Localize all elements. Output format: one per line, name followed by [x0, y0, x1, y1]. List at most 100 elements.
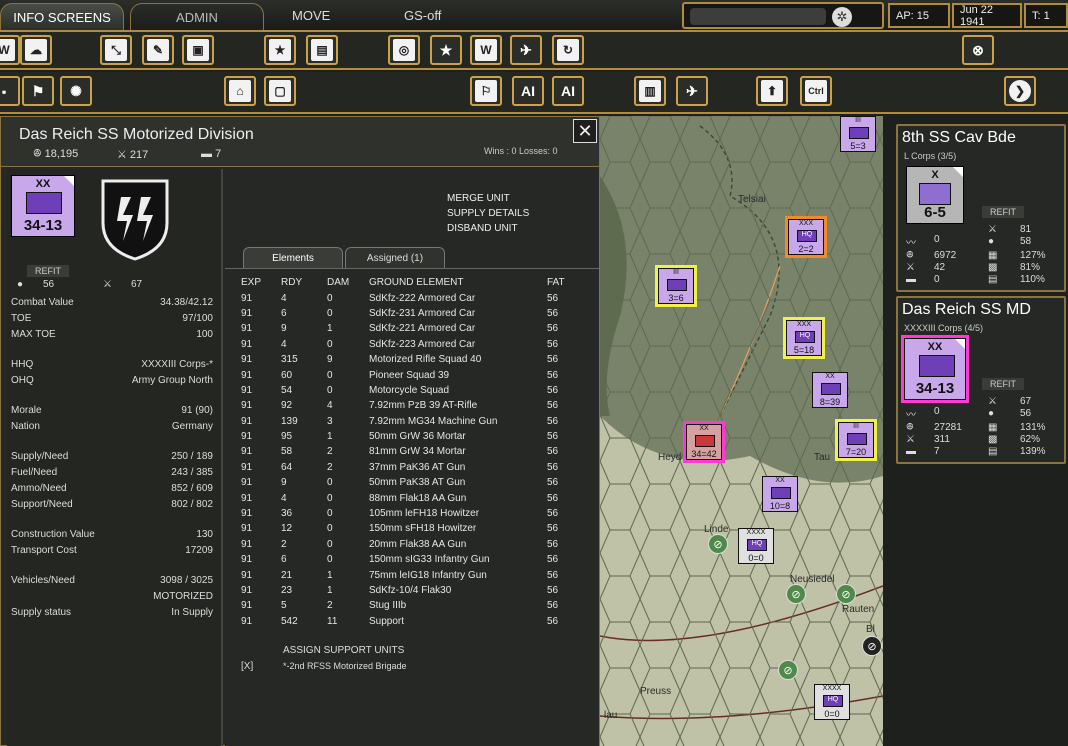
city-icon[interactable]: ⊘: [778, 660, 798, 680]
tab-assigned[interactable]: Assigned (1): [345, 247, 445, 269]
table-row[interactable]: 91 4 0 SdKfz-222 Armored Car 56: [241, 290, 581, 305]
unit-counter[interactable]: X 6-5: [906, 166, 964, 224]
table-row[interactable]: 91 12 0 150mm sFH18 Howitzer 56: [241, 521, 581, 536]
city-icon[interactable]: ⊘: [786, 584, 806, 604]
table-row[interactable]: 91 2 0 20mm Flak38 AA Gun 56: [241, 537, 581, 552]
table-row[interactable]: 91 4 0 SdKfz-223 Armored Car 56: [241, 337, 581, 352]
stat-value: 130: [196, 529, 213, 540]
ai-button[interactable]: AI: [512, 76, 544, 106]
table-row[interactable]: 91 315 9 Motorized Rifle Squad 40 56: [241, 352, 581, 367]
next-icon: ❯: [1009, 80, 1031, 102]
unit-info-das-reich[interactable]: Das Reich SS MD XXXXIII Corps (4/5) XX 3…: [896, 296, 1066, 464]
city-icon[interactable]: ⊘: [708, 534, 728, 554]
world-button[interactable]: ◎: [388, 35, 420, 65]
w-button[interactable]: W: [470, 35, 502, 65]
hq-button[interactable]: ▥: [634, 76, 666, 106]
table-row[interactable]: 91 64 2 37mm PaK36 AT Gun 56: [241, 460, 581, 475]
city-icon[interactable]: ⊘: [862, 636, 882, 656]
tab-elements[interactable]: Elements: [243, 247, 343, 269]
frame-button[interactable]: ▢: [264, 76, 296, 106]
toolbar-button-left[interactable]: ⬝: [0, 76, 20, 106]
table-row[interactable]: 91 139 3 7.92mm MG34 Machine Gun 56: [241, 414, 581, 429]
tab-admin[interactable]: ADMIN: [130, 3, 264, 30]
map-view[interactable]: Telsiai Heyd Tau Linde Neusiedel Rauten …: [600, 116, 883, 746]
merge-unit-link[interactable]: MERGE UNIT: [447, 193, 510, 204]
unit-counter[interactable]: XX 34-13: [901, 335, 969, 403]
table-row[interactable]: 91 9 0 50mm PaK38 AT Gun 56: [241, 475, 581, 490]
stat-value: XXXXIII Corps-*: [141, 359, 213, 370]
next-button[interactable]: ❯: [1004, 76, 1036, 106]
close-icon[interactable]: ✕: [573, 119, 597, 143]
up-button[interactable]: ⬆: [756, 76, 788, 106]
column-header[interactable]: RDY: [281, 275, 327, 290]
column-header[interactable]: FAT: [547, 275, 581, 290]
map-unit-counter-selected[interactable]: XX 34=42: [683, 421, 725, 463]
paradrop-button[interactable]: ⚑: [22, 76, 54, 106]
refit-button[interactable]: REFIT: [27, 265, 69, 277]
map-unit-counter[interactable]: III 5=3: [840, 116, 876, 152]
table-row[interactable]: 91 60 0 Pioneer Squad 39 56: [241, 367, 581, 382]
table-row[interactable]: 91 23 1 SdKfz-10/4 Flak30 56: [241, 583, 581, 598]
column-header[interactable]: GROUND ELEMENT: [369, 275, 547, 290]
column-header[interactable]: EXP: [241, 275, 281, 290]
fort-button[interactable]: ⌂: [224, 76, 256, 106]
table-row[interactable]: 91 9 1 SdKfz-221 Armored Car 56: [241, 321, 581, 336]
arrows-button[interactable]: ⤡: [100, 35, 132, 65]
map-unit-counter[interactable]: XXXX HQ 0=0: [738, 528, 774, 564]
ai-air-button[interactable]: AI: [552, 76, 584, 106]
table-row[interactable]: 91 58 2 81mm GrW 34 Mortar 56: [241, 444, 581, 459]
table-row[interactable]: 91 6 0 SdKfz-231 Armored Car 56: [241, 306, 581, 321]
flag-button[interactable]: ⚐: [470, 76, 502, 106]
refresh-button[interactable]: ↻: [552, 35, 584, 65]
info-value: 81: [1020, 224, 1032, 235]
table-row[interactable]: 91 95 1 50mm GrW 36 Mortar 56: [241, 429, 581, 444]
aircraft-button[interactable]: ✈: [510, 35, 542, 65]
table-cell: 56: [547, 354, 559, 366]
air-strike-button[interactable]: ✈: [676, 76, 708, 106]
tab-info-screens[interactable]: INFO SCREENS: [0, 3, 124, 30]
disband-unit-link[interactable]: DISBAND UNIT: [447, 223, 518, 234]
table-cell: 9: [281, 477, 287, 489]
table-row[interactable]: 91 5 2 Stug IIIb 56: [241, 598, 581, 613]
edit-button[interactable]: ✎: [142, 35, 174, 65]
star-button[interactable]: ★: [430, 35, 462, 65]
air-button[interactable]: ★: [264, 35, 296, 65]
refit-button[interactable]: REFIT: [982, 206, 1024, 218]
globe-icon[interactable]: ✲: [832, 7, 852, 27]
map-unit-counter[interactable]: XX 10=8: [762, 476, 798, 512]
table-row[interactable]: 91 4 0 88mm Flak18 AA Gun 56: [241, 490, 581, 505]
document-button[interactable]: ▤: [306, 35, 338, 65]
bombard-button[interactable]: ✺: [60, 76, 92, 106]
settings-button[interactable]: ⊗: [962, 35, 994, 65]
unit-counter[interactable]: XX 34-13: [11, 175, 75, 237]
unit-info-cav[interactable]: 8th SS Cav Bde L Corps (3/5) X 6-5 REFIT…: [896, 124, 1066, 292]
map-unit-counter[interactable]: III 3=6: [655, 265, 697, 307]
assigned-checkbox[interactable]: [X]: [241, 661, 253, 672]
city-icon[interactable]: ⊘: [836, 584, 856, 604]
map-unit-counter[interactable]: XX 8=39: [812, 372, 848, 408]
supply-drop-icon: ●: [988, 236, 995, 247]
supply-details-link[interactable]: SUPPLY DETAILS: [447, 208, 529, 219]
table-cell: 91: [241, 523, 253, 535]
assign-support-link[interactable]: ASSIGN SUPPORT UNITS: [283, 645, 404, 656]
toolbar-button-w[interactable]: W: [0, 35, 20, 65]
weather-button[interactable]: ☁: [20, 35, 52, 65]
report-button[interactable]: ▣: [182, 35, 214, 65]
table-row[interactable]: 91 36 0 105mm leFH18 Howitzer 56: [241, 506, 581, 521]
table-row[interactable]: 91 6 0 150mm sIG33 Infantry Gun 56: [241, 552, 581, 567]
table-row[interactable]: 91 92 4 7.92mm PzB 39 AT-Rifle 56: [241, 398, 581, 413]
map-unit-counter[interactable]: XXX HQ 2=2: [785, 216, 827, 258]
map-unit-counter[interactable]: XXXX HQ 0=0: [814, 684, 850, 720]
table-row[interactable]: 91 21 1 75mm leIG18 Infantry Gun 56: [241, 567, 581, 582]
menu-gs-off[interactable]: GS-off: [404, 8, 441, 23]
menu-move[interactable]: MOVE: [292, 8, 330, 23]
map-unit-counter[interactable]: XXX HQ 5=18: [783, 317, 825, 359]
table-row[interactable]: 91 542 11 Support 56: [241, 614, 581, 629]
table-row[interactable]: 91 54 0 Motorcycle Squad 56: [241, 383, 581, 398]
refit-button[interactable]: REFIT: [982, 378, 1024, 390]
table-cell: 4: [281, 292, 287, 304]
map-unit-counter[interactable]: III 7=20: [835, 419, 877, 461]
vehicle-icon: ▤: [988, 274, 998, 285]
ctrl-button[interactable]: Ctrl: [800, 76, 832, 106]
column-header[interactable]: DAM: [327, 275, 369, 290]
